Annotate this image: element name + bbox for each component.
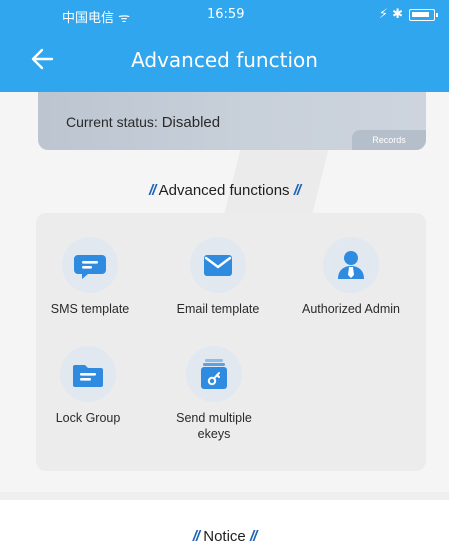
heading-mark-right: // [293, 182, 301, 199]
sms-template-item[interactable]: SMS template [30, 237, 150, 317]
notice-title: Notice [203, 528, 246, 545]
status-icons-label: ⚡ ✱ [378, 7, 403, 22]
current-status: Current status: Disabled [66, 114, 220, 131]
section-divider [0, 492, 449, 500]
status-card: Current status: Disabled Records [38, 92, 426, 150]
phone-screen: 中国电信 ᯤ 16:59 ⚡ ✱ Advanced function Curre… [0, 0, 449, 551]
authorized-admin-item[interactable]: Authorized Admin [291, 237, 411, 317]
advanced-functions-panel: SMS template Email template Authorized A… [36, 213, 426, 471]
lock-group-item[interactable]: Lock Group [28, 346, 148, 426]
content-area: Current status: Disabled Records // Adva… [0, 92, 449, 551]
page-title: Advanced function [131, 48, 318, 72]
folder-icon [60, 346, 116, 402]
status-value: Disabled [161, 114, 221, 131]
status-icons: ⚡ ✱ [378, 7, 438, 22]
app-header: 中国电信 ᯤ 16:59 ⚡ ✱ Advanced function [0, 0, 449, 92]
battery-icon [409, 8, 438, 21]
send-multiple-ekeys-label: Send multiple ekeys [176, 411, 252, 441]
carrier-label: 中国电信 ᯤ [62, 11, 131, 26]
email-template-item[interactable]: Email template [158, 237, 278, 317]
key-card-stack-icon [186, 346, 242, 402]
envelope-icon [190, 237, 246, 293]
chat-bubble-icon [62, 237, 118, 293]
lock-group-label: Lock Group [55, 411, 121, 425]
records-button[interactable]: Records [352, 130, 426, 150]
send-multiple-ekeys-item[interactable]: Send multiple ekeys [154, 346, 274, 442]
notice-section: // Notice // [0, 500, 449, 551]
heading-mark-left: // [148, 182, 156, 199]
clock: 16:59 [207, 7, 245, 22]
sms-template-label: SMS template [50, 302, 130, 316]
authorized-admin-label: Authorized Admin [302, 302, 400, 316]
admin-person-icon [323, 237, 379, 293]
nav-bar: Advanced function [0, 36, 449, 86]
advanced-functions-title: Advanced functions [158, 182, 290, 199]
heading-mark-left: // [192, 528, 200, 545]
status-bar: 中国电信 ᯤ 16:59 ⚡ ✱ [0, 0, 449, 28]
notice-heading: // Notice // [0, 528, 449, 545]
status-label: Current status: [66, 114, 158, 130]
heading-mark-right: // [249, 528, 257, 545]
email-template-label: Email template [176, 302, 260, 316]
advanced-functions-heading: // Advanced functions // [0, 182, 449, 199]
